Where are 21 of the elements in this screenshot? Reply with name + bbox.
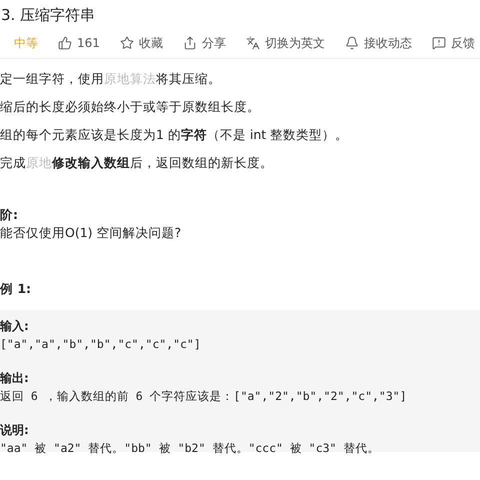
- toolbar-link[interactable]: 反馈: [450, 34, 475, 52]
- description-paragraph: 组的每个元素应该是长度为1 的字符（不是 int 整数类型）。: [0, 126, 350, 144]
- example-label: 输出:: [0, 370, 30, 387]
- section-heading: 阶:: [0, 206, 19, 224]
- example-label: 输入:: [0, 318, 30, 335]
- difficulty-label: 中等: [14, 34, 38, 52]
- advanced-question: 能否仅使用O(1) 空间解决问题?: [0, 224, 182, 242]
- description-paragraph: 完成原地修改输入数组后，返回数组的新长度。: [0, 154, 274, 172]
- example-code: 返回 6 ，输入数组的前 6 个字符应该是：["a","2","b","2","c","3"]: [0, 388, 408, 405]
- toolbar-link[interactable]: 收藏: [138, 34, 163, 52]
- problem-title: 3. 压缩字符串: [0, 5, 96, 26]
- example-heading: 例 1:: [0, 280, 32, 298]
- description-paragraph: 定一组字符，使用原地算法将其压缩。: [0, 70, 222, 88]
- example-code: "aa" 被 "a2" 替代。"bb" 被 "b2" 替代。"ccc" 被 "c3" 替代。: [0, 440, 380, 457]
- toolbar-link[interactable]: 切换为英文: [264, 34, 325, 52]
- description-paragraph: 缩后的长度必须始终小于或等于原数组长度。: [0, 98, 261, 116]
- example-label: 说明:: [0, 422, 30, 439]
- toolbar-link[interactable]: 接收动态: [364, 34, 412, 52]
- toolbar-link[interactable]: 分享: [202, 34, 226, 52]
- like-count[interactable]: 161: [77, 36, 100, 50]
- example-code: ["a","a","b","b","c","c","c"]: [0, 336, 202, 353]
